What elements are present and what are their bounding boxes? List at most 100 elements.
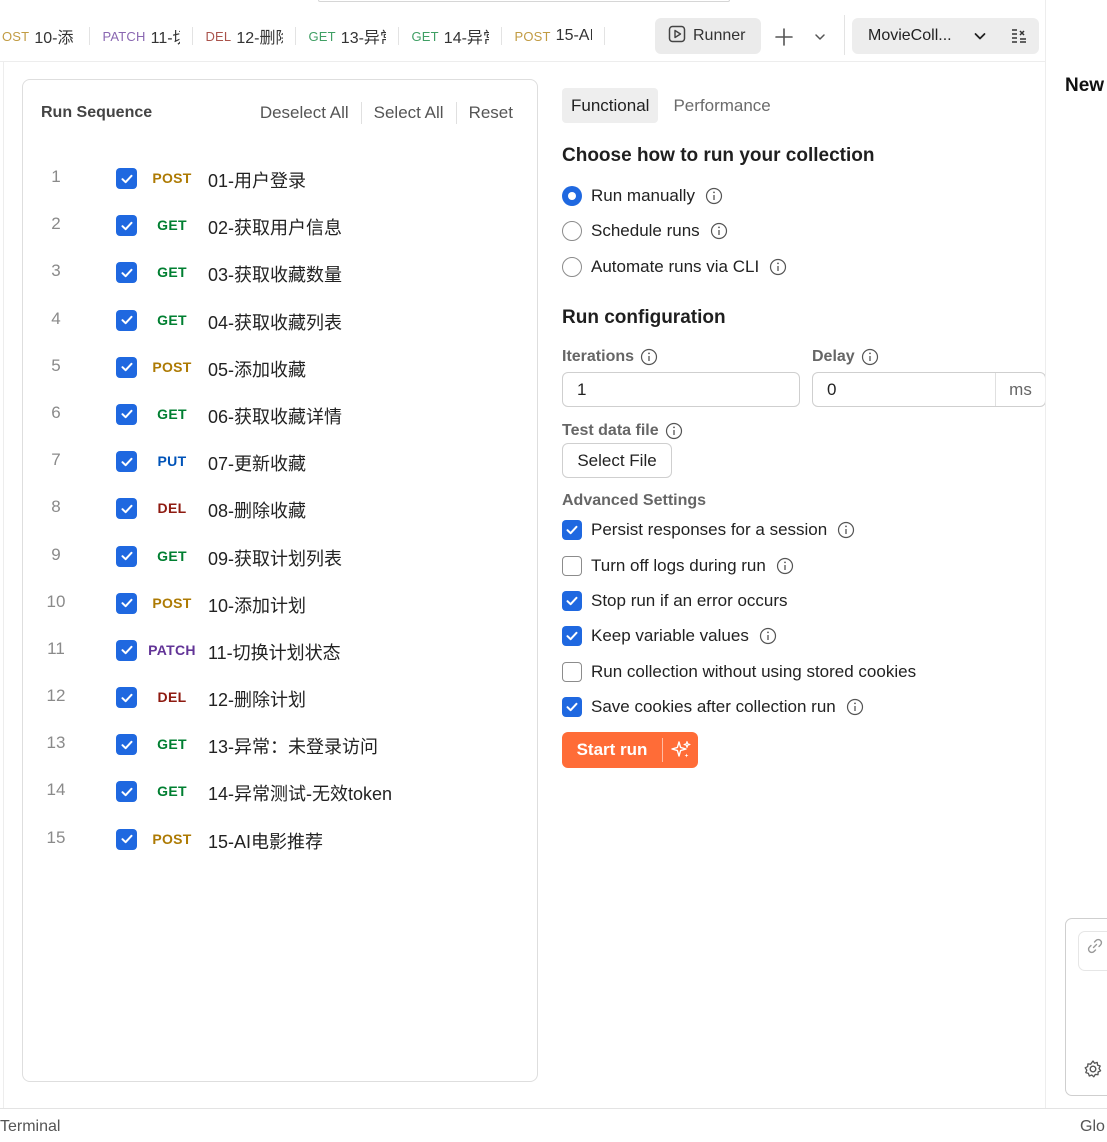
sparkle-icon[interactable] [663, 739, 698, 761]
request-name: 01-用户登录 [208, 171, 307, 191]
request-tab[interactable]: PATCH11-切 [102, 17, 180, 55]
new-tab-button[interactable] [771, 24, 797, 50]
reset-button[interactable]: Reset [469, 103, 513, 123]
sequence-row[interactable]: 12 DEL 12-删除计划 [23, 674, 537, 721]
info-icon[interactable] [640, 348, 658, 366]
link-icon[interactable] [1086, 937, 1104, 960]
sequence-row[interactable]: 5 POST 05-添加收藏 [23, 344, 537, 391]
request-name: 10-添加计划 [208, 595, 307, 616]
request-tab[interactable]: POST 15-AI [514, 17, 592, 55]
request-checkbox[interactable] [116, 356, 137, 378]
run-option[interactable]: Automate runs via CLI [562, 257, 787, 277]
info-icon[interactable] [837, 521, 855, 539]
setting-checkbox[interactable] [562, 520, 582, 540]
request-checkbox[interactable] [116, 498, 137, 520]
info-icon[interactable] [665, 422, 683, 440]
tab-method: PATCH [102, 28, 146, 44]
iterations-input[interactable]: 1 [562, 372, 800, 407]
request-checkbox[interactable] [116, 403, 137, 425]
request-checkbox[interactable] [116, 781, 137, 803]
request-name: 12-删除计划 [208, 690, 307, 711]
sequence-row[interactable]: 13 GET 13-异常：未登录访问 [23, 721, 537, 768]
request-checkbox[interactable] [116, 545, 137, 567]
run-option[interactable]: Run manually [562, 186, 723, 206]
row-index: 8 [51, 497, 61, 517]
request-checkbox[interactable] [116, 451, 137, 473]
info-icon[interactable] [846, 698, 864, 716]
radio-button[interactable] [562, 221, 582, 241]
advanced-setting[interactable]: Persist responses for a session [562, 520, 855, 540]
sequence-row[interactable]: 11 PATCH 11-切换计划状态 [23, 627, 537, 674]
request-name: 08-删除收藏 [208, 501, 307, 522]
terminal-button[interactable]: Terminal [0, 1118, 60, 1136]
request-checkbox[interactable] [116, 734, 137, 756]
environment-select[interactable]: MovieColl... [852, 18, 1039, 54]
tab-method: POST [514, 28, 551, 44]
request-checkbox[interactable] [116, 592, 137, 614]
radio-button[interactable] [562, 186, 582, 206]
request-checkbox[interactable] [116, 639, 137, 661]
request-checkbox[interactable] [116, 262, 137, 284]
sequence-row[interactable]: 7 PUT 07-更新收藏 [23, 438, 537, 485]
start-run-label: Start run [576, 740, 648, 759]
setting-checkbox[interactable] [562, 697, 582, 717]
setting-checkbox[interactable] [562, 556, 582, 576]
tab-method: GET [411, 28, 439, 44]
select-file-button[interactable]: Select File [562, 443, 672, 478]
info-icon[interactable] [776, 557, 794, 575]
info-icon[interactable] [705, 187, 723, 205]
right-context-panel [1065, 918, 1107, 1096]
sequence-row[interactable]: 15 POST 15-AI电影推荐 [23, 816, 537, 863]
request-method: GET [157, 264, 187, 281]
request-tab[interactable]: OST 10-添 [2, 17, 77, 55]
request-tab[interactable]: GET13-异常 [308, 17, 386, 55]
request-tab[interactable]: DEL12-删除 [205, 17, 283, 55]
sequence-row[interactable]: 6 GET 06-获取收藏详情 [23, 391, 537, 438]
info-icon[interactable] [759, 627, 777, 645]
tab-functional[interactable]: Functional [562, 88, 659, 123]
advanced-setting[interactable]: Turn off logs during run [562, 556, 794, 576]
sequence-row[interactable]: 14 GET 14-异常测试-无效token [23, 768, 537, 815]
divider [455, 102, 457, 124]
sequence-row[interactable]: 9 GET 09-获取计划列表 [23, 533, 537, 580]
request-checkbox[interactable] [116, 828, 137, 850]
tab-runner[interactable]: Runner [655, 18, 761, 54]
info-icon[interactable] [769, 258, 787, 276]
request-tab[interactable]: GET14-异常 [411, 17, 489, 55]
request-method: POST [152, 830, 192, 847]
setting-checkbox[interactable] [562, 626, 582, 646]
sequence-row[interactable]: 3 GET 03-获取收藏数量 [23, 249, 537, 296]
tab-performance[interactable]: Performance [664, 88, 779, 123]
advanced-setting[interactable]: Save cookies after collection run [562, 697, 864, 717]
setting-checkbox[interactable] [562, 662, 582, 682]
row-index: 11 [47, 638, 65, 658]
setting-checkbox[interactable] [562, 591, 582, 611]
sequence-row[interactable]: 1 POST 01-用户登录 [23, 155, 537, 202]
sequence-row[interactable]: 2 GET 02-获取用户信息 [23, 202, 537, 249]
request-checkbox[interactable] [116, 168, 137, 189]
deselect-all-button[interactable]: Deselect All [260, 103, 349, 123]
run-option[interactable]: Schedule runs [562, 221, 728, 241]
global-status-item[interactable]: Glo [1080, 1118, 1105, 1136]
tab-list-dropdown[interactable] [809, 26, 831, 48]
environment-quick-look-icon[interactable] [1010, 27, 1028, 50]
request-checkbox[interactable] [116, 687, 137, 709]
row-index: 10 [46, 591, 66, 611]
gear-icon[interactable] [1083, 1059, 1103, 1084]
request-checkbox[interactable] [116, 309, 137, 331]
info-icon[interactable] [710, 222, 728, 240]
sequence-row[interactable]: 8 DEL 08-删除收藏 [23, 485, 537, 532]
sequence-row[interactable]: 10 POST 10-添加计划 [23, 580, 537, 627]
request-method: GET [157, 736, 187, 753]
chevron-down-icon [815, 34, 825, 40]
info-icon[interactable] [861, 348, 879, 366]
delay-input[interactable]: 0 ms [812, 372, 1046, 407]
advanced-setting[interactable]: Run collection without using stored cook… [562, 662, 916, 682]
select-all-button[interactable]: Select All [374, 103, 444, 123]
radio-button[interactable] [562, 257, 582, 277]
start-run-button[interactable]: Start run [562, 732, 698, 768]
sequence-row[interactable]: 4 GET 04-获取收藏列表 [23, 297, 537, 344]
request-checkbox[interactable] [116, 215, 137, 237]
advanced-setting[interactable]: Keep variable values [562, 626, 777, 646]
advanced-setting[interactable]: Stop run if an error occurs [562, 591, 788, 611]
